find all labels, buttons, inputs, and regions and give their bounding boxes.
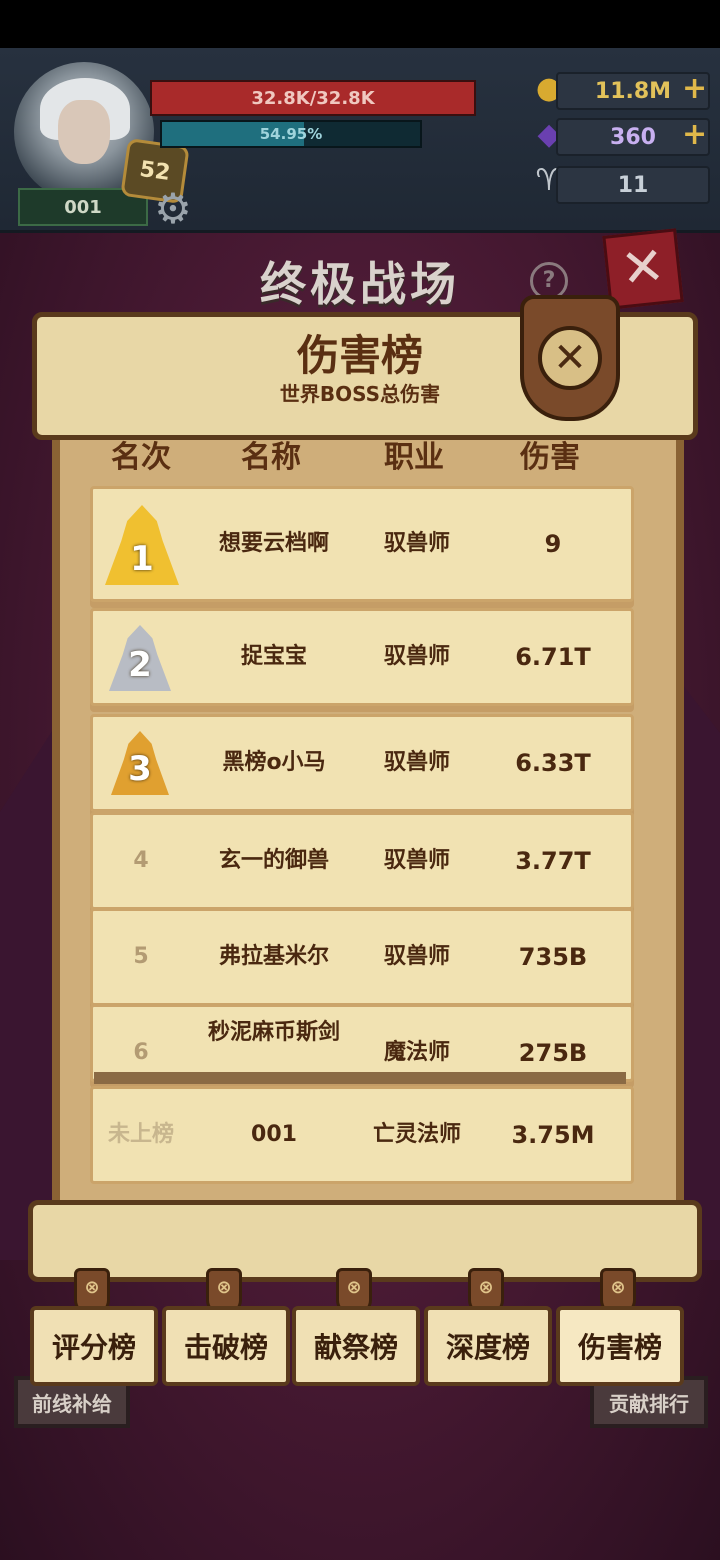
ranking-row[interactable]: 6 秒泥麻币斯剑 魔法师 275B xyxy=(90,1004,634,1082)
avatar-face xyxy=(58,100,110,164)
row-name: 秒泥麻币斯剑 xyxy=(207,1019,340,1045)
gear-icon[interactable]: ⚙ xyxy=(150,186,196,232)
ranking-row[interactable]: 3 黑榜o小马 驭兽师 6.33T xyxy=(90,714,634,812)
close-panel-icon[interactable]: ✕ xyxy=(538,326,602,390)
tab-sacrifice-ranking[interactable]: 献祭榜 xyxy=(292,1306,420,1386)
row-rank: 6 xyxy=(133,1039,149,1065)
my-rank: 未上榜 xyxy=(107,1121,174,1147)
row-damage: 3.77T xyxy=(515,846,591,875)
row-job: 驭兽师 xyxy=(383,530,450,556)
status-bar-area xyxy=(0,0,720,48)
hp-bar: 32.8K/32.8K xyxy=(150,80,476,116)
row-name: 弗拉基米尔 xyxy=(218,943,329,969)
header-rank: 名次 xyxy=(111,440,171,475)
ranking-row[interactable]: 1 想要云档啊 驭兽师 9 xyxy=(90,486,634,602)
row-job: 驭兽师 xyxy=(383,749,450,775)
row-rank: 1 xyxy=(130,539,154,579)
row-damage: 6.33T xyxy=(515,748,591,777)
add-gem-button[interactable]: + xyxy=(682,118,707,152)
row-damage: 735B xyxy=(518,942,588,971)
row-name: 捉宝宝 xyxy=(240,643,307,669)
key-counter: 11 xyxy=(556,166,710,204)
row-rank: 5 xyxy=(133,943,149,969)
row-job: 魔法师 xyxy=(383,1039,450,1065)
tab-depth-ranking[interactable]: 深度榜 xyxy=(424,1306,552,1386)
ranking-row[interactable]: 2 捉宝宝 驭兽师 6.71T xyxy=(90,608,634,706)
tab-defeat-ranking[interactable]: 击破榜 xyxy=(162,1306,290,1386)
xp-text: 54.95% xyxy=(259,125,323,143)
row-damage: 6.71T xyxy=(515,642,591,671)
row-damage: 275B xyxy=(518,1038,588,1067)
header-name: 名称 xyxy=(241,440,301,475)
row-job: 驭兽师 xyxy=(383,943,450,969)
tab-score-ranking[interactable]: 评分榜 xyxy=(30,1306,158,1386)
my-job: 亡灵法师 xyxy=(372,1121,461,1147)
ranking-row[interactable]: 5 弗拉基米尔 驭兽师 735B xyxy=(90,908,634,1006)
row-job: 驭兽师 xyxy=(383,847,450,873)
row-rank: 3 xyxy=(128,749,152,789)
my-ranking-row: 未上榜 001 亡灵法师 3.75M xyxy=(90,1086,634,1184)
header-job: 职业 xyxy=(384,440,444,475)
list-divider xyxy=(94,1072,626,1084)
header-damage: 伤害 xyxy=(520,440,580,475)
xp-bar: 54.95% xyxy=(160,120,422,148)
add-gold-button[interactable]: + xyxy=(682,72,707,106)
row-name: 黑榜o小马 xyxy=(222,749,326,775)
ranking-row[interactable]: 4 玄一的御兽 驭兽师 3.77T xyxy=(90,812,634,910)
row-name: 想要云档啊 xyxy=(218,530,329,556)
row-damage: 9 xyxy=(544,529,562,558)
gold-medal-icon: 1 xyxy=(105,505,179,585)
bronze-medal-icon: 3 xyxy=(111,731,169,795)
my-name: 001 xyxy=(251,1121,297,1147)
row-rank: 4 xyxy=(133,847,149,873)
my-damage: 3.75M xyxy=(511,1120,595,1149)
silver-medal-icon: 2 xyxy=(109,625,171,691)
hp-text: 32.8K/32.8K xyxy=(251,87,375,109)
row-name: 玄一的御兽 xyxy=(218,847,329,873)
row-rank: 2 xyxy=(128,645,152,685)
tab-damage-ranking[interactable]: 伤害榜 xyxy=(556,1306,684,1386)
row-job: 驭兽师 xyxy=(383,643,450,669)
